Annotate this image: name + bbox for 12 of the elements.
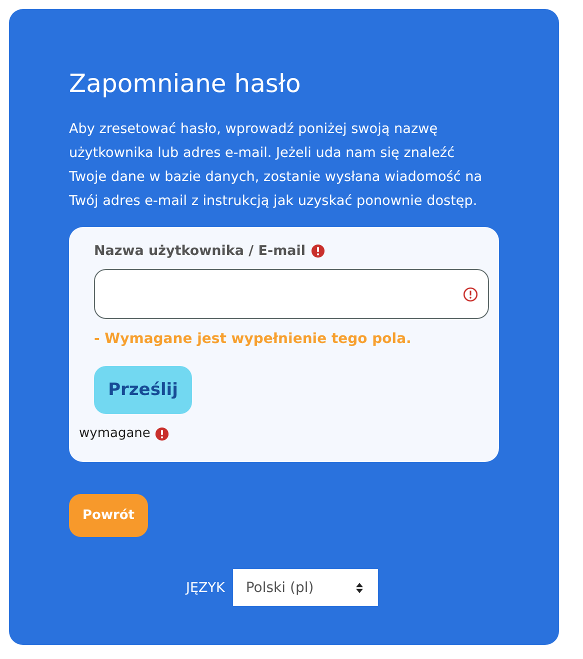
exclamation-icon	[463, 286, 478, 302]
submit-button[interactable]: Prześlij	[94, 366, 192, 414]
exclamation-icon	[155, 426, 170, 440]
required-note: wymagane	[79, 426, 150, 441]
language-label: JĘZYK	[186, 580, 225, 596]
language-select[interactable]: Polski (pl)	[232, 569, 378, 606]
input-field[interactable]	[94, 269, 489, 319]
error-message: - Wymagane jest wypełnienie tego pola.	[94, 330, 412, 349]
instructions-text: Aby zresetować hasło, wprowadź poniżej swoją nazwę użytkownika lub adres e-mail. Jeżeli uda nam się znaleźć Twoje dane w bazie danych, zostanie wysłana wiadomość na Twój adres e-mail z instrukcją jak uzyskać ponownie dostęp.	[69, 120, 484, 211]
field-label: Nazwa użytkownika / E-mail	[94, 243, 306, 259]
page-title: Zapomniane hasło	[69, 69, 302, 99]
sort-arrows-icon	[354, 582, 364, 594]
